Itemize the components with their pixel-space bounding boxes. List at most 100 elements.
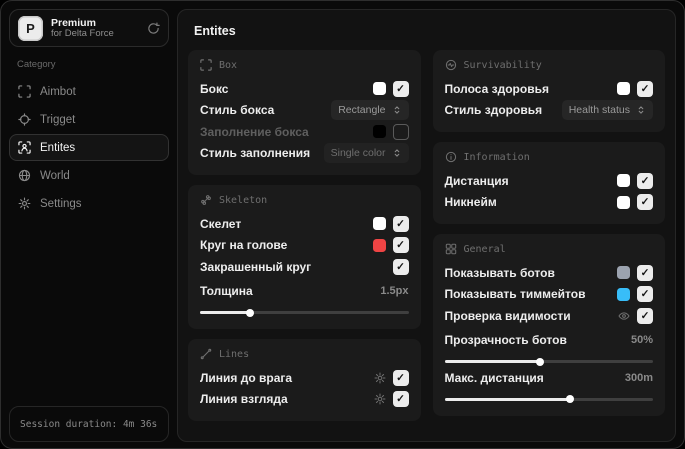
card-general: General Показывать ботов ✓ Показывать ти… (432, 234, 665, 416)
fill-style-select[interactable]: Single color (323, 143, 409, 164)
slider-thumb[interactable] (246, 308, 255, 317)
color-swatch[interactable] (372, 125, 386, 139)
setting-row: Закрашенный круг ✓ (200, 256, 409, 278)
sidebar-item-label: Aimbot (40, 85, 76, 98)
category-label: Category (17, 59, 56, 70)
setting-row: Стиль бокса Rectangle (200, 100, 409, 122)
chevrons-up-down-icon (392, 148, 402, 158)
card-survivability: Survivability Полоса здоровья ✓ Стиль зд… (432, 50, 665, 132)
gear-icon[interactable] (374, 372, 386, 384)
checkbox[interactable]: ✓ (637, 80, 653, 97)
bone-icon (200, 194, 212, 206)
sidebar-item-trigget[interactable]: Trigget (9, 106, 169, 133)
checkbox[interactable]: ✓ (637, 307, 653, 324)
sidebar-item-settings[interactable]: Settings (9, 190, 169, 217)
color-swatch[interactable] (617, 287, 630, 301)
eye-icon[interactable] (618, 310, 630, 322)
color-swatch[interactable] (372, 82, 386, 96)
sidebar-item-entites[interactable]: Entites (9, 134, 169, 161)
color-swatch[interactable] (617, 266, 630, 280)
checkbox[interactable]: ✓ (392, 215, 409, 232)
setting-row: Круг на голове ✓ (200, 235, 409, 257)
color-swatch[interactable] (372, 217, 386, 231)
grid-icon (445, 243, 457, 255)
app-window: P Premium for Delta Force Category Aimbo… (0, 0, 685, 449)
checkbox[interactable]: ✓ (392, 258, 409, 275)
slider-value: 1.5px (380, 285, 409, 298)
chevrons-up-down-icon (392, 105, 402, 115)
person-scan-icon (18, 141, 31, 154)
color-swatch[interactable] (617, 174, 630, 188)
setting-row: Дистанция ✓ (445, 170, 653, 192)
setting-row: Бокс ✓ (200, 78, 409, 100)
sidebar-item-label: World (40, 169, 70, 182)
brand-card: P Premium for Delta Force (9, 9, 169, 47)
page-title: Entites (194, 24, 236, 38)
main-panel: Entites Box Бокс ✓ Стиль бокса Rectangle… (177, 9, 676, 442)
info-circle-icon (445, 151, 457, 163)
card-skeleton: Skeleton Скелет ✓ Круг на голове ✓ Закра… (188, 185, 421, 329)
checkbox[interactable]: ✓ (637, 264, 653, 281)
setting-row-slider: Макс. дистанция 300m (444, 367, 653, 403)
brand-subtitle: for Delta Force (51, 27, 114, 39)
viewfinder-icon (18, 85, 31, 98)
color-swatch[interactable] (617, 195, 630, 209)
thickness-slider[interactable] (200, 308, 409, 317)
checkbox[interactable] (392, 123, 409, 140)
sidebar-item-aimbot[interactable]: Aimbot (9, 78, 169, 105)
checkbox[interactable]: ✓ (637, 194, 653, 211)
setting-row: Проверка видимости ✓ (445, 305, 653, 327)
sidebar-item-label: Entites (40, 141, 76, 154)
health-style-select[interactable]: Health status (561, 100, 653, 121)
sidebar-item-world[interactable]: World (9, 162, 169, 189)
checkbox[interactable]: ✓ (392, 391, 409, 408)
card-information: Information Дистанция ✓ Никнейм ✓ (432, 142, 665, 224)
setting-row: Скелет ✓ (200, 213, 409, 235)
checkbox[interactable]: ✓ (392, 80, 409, 97)
setting-row: Стиль здоровья Health status (445, 100, 653, 122)
slider-thumb[interactable] (565, 395, 574, 403)
viewfinder-icon (200, 59, 212, 71)
brand-logo: P (18, 15, 43, 41)
brand-title: Premium (51, 16, 96, 29)
card-title: Lines (219, 348, 250, 360)
checkbox[interactable]: ✓ (392, 369, 409, 386)
checkbox[interactable]: ✓ (392, 237, 409, 254)
card-lines: Lines Линия до врага ✓ Линия взгляда ✓ (188, 339, 421, 421)
sidebar: P Premium for Delta Force Category Aimbo… (1, 1, 177, 448)
gear-icon[interactable] (374, 393, 386, 405)
setting-row: Показывать ботов ✓ (445, 262, 653, 284)
max-distance-slider[interactable] (444, 395, 653, 403)
card-title: Skeleton (219, 194, 268, 206)
chevrons-up-down-icon (636, 105, 646, 115)
card-title: Survivability (463, 59, 542, 71)
setting-row: Линия взгляда ✓ (200, 389, 409, 411)
crosshair-icon (18, 113, 31, 126)
slider-value: 300m (624, 371, 653, 384)
color-swatch[interactable] (372, 238, 386, 252)
slider-value: 50% (630, 334, 653, 347)
pulse-icon (445, 59, 457, 71)
setting-row: Линия до врага ✓ (200, 367, 409, 389)
setting-row-slider: Прозрачность ботов 50% (444, 330, 653, 366)
setting-row-slider: Толщина 1.5px (200, 281, 409, 317)
slider-thumb[interactable] (536, 357, 545, 366)
checkbox[interactable]: ✓ (637, 286, 653, 303)
card-title: General (463, 243, 506, 255)
card-title: Information (463, 151, 530, 163)
box-style-select[interactable]: Rectangle (331, 100, 409, 121)
sidebar-item-label: Trigget (40, 113, 76, 126)
setting-row: Показывать тиммейтов ✓ (445, 284, 653, 306)
card-title: Box (219, 59, 238, 71)
card-box: Box Бокс ✓ Стиль бокса Rectangle Заполне… (188, 50, 421, 175)
setting-row: Стиль заполнения Single color (200, 143, 409, 165)
bots-opacity-slider[interactable] (444, 357, 653, 366)
diagonal-line-icon (200, 348, 212, 360)
setting-row: Заполнение бокса (200, 121, 409, 143)
session-duration: Session duration: 4m 36s (9, 406, 169, 442)
checkbox[interactable]: ✓ (637, 172, 653, 189)
refresh-icon[interactable] (147, 22, 160, 35)
globe-icon (18, 169, 31, 182)
gear-icon (18, 197, 31, 210)
color-swatch[interactable] (617, 82, 630, 96)
